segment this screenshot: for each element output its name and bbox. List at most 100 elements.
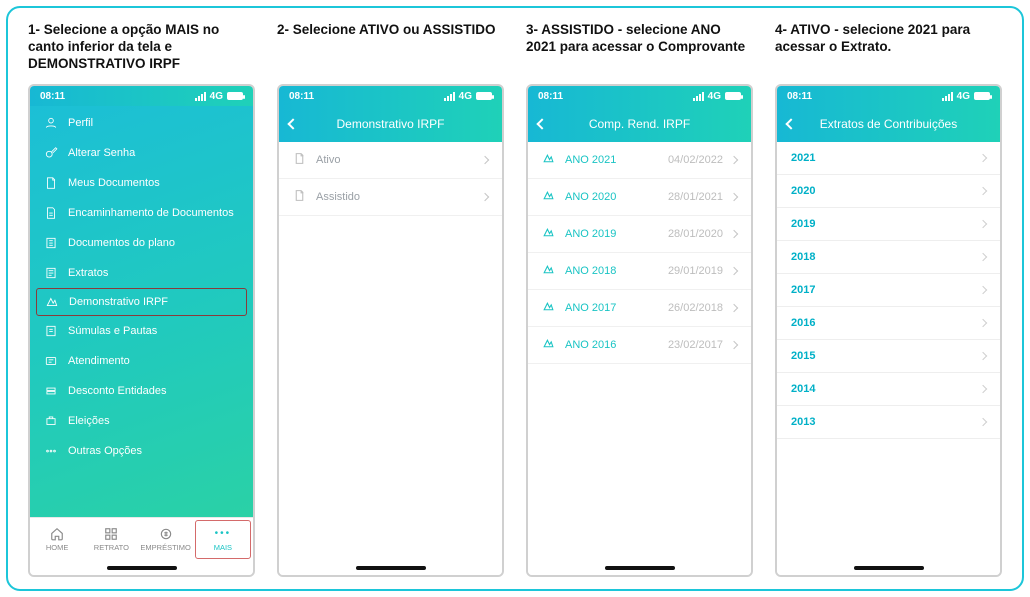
battery-icon [725,92,741,100]
menu-item-elei-es[interactable]: Eleições [30,406,253,436]
caption-4: 4- ATIVO - selecione 2021 para acessar o… [775,22,1002,78]
signal-icon [444,92,455,101]
step-2: 2- Selecione ATIVO ou ASSISTIDO 08:11 4G… [277,22,504,577]
chevron-right-icon [481,193,489,201]
year-item-2021[interactable]: 2021 [777,142,1000,175]
nav-home[interactable]: HOME [30,518,84,561]
menu-item-alterar-senha[interactable]: Alterar Senha [30,138,253,168]
home-indicator [777,561,1000,575]
menu-item-label: Perfil [68,117,93,129]
tutorial-container: 1- Selecione a opção MAIS no canto infer… [6,6,1024,591]
status-bar: 08:11 4G [279,86,502,106]
year-label: 2016 [791,317,815,329]
chevron-left-icon [287,118,298,129]
more-icon: ••• [216,527,230,541]
chevron-right-icon [979,418,987,426]
list-body: Ativo Assistido [279,142,502,561]
list-item[interactable]: Ativo [279,142,502,179]
step-1: 1- Selecione a opção MAIS no canto infer… [28,22,255,577]
list-item[interactable]: ANO 202028/01/2021 [528,179,751,216]
list-item-date: 29/01/2019 [668,265,723,277]
chevron-right-icon [979,187,987,195]
menu-icon [44,414,58,428]
list-item[interactable]: ANO 2019 28/01/2020 [528,216,751,253]
year-item-2018[interactable]: 2018 [777,241,1000,274]
more-menu-body: Perfil Alterar Senha Meus Documentos Encami… [30,106,253,517]
year-item-2015[interactable]: 2015 [777,340,1000,373]
year-label: 2018 [791,251,815,263]
chevron-right-icon [979,286,987,294]
menu-item-demonstrativo-irpf[interactable]: Demonstrativo IRPF [36,288,247,316]
menu-icon [44,146,58,160]
year-item-2020[interactable]: 2020 [777,175,1000,208]
signal-icon [942,92,953,101]
list-item-label: Ativo [316,154,340,166]
home-indicator [30,561,253,575]
caption-3: 3- ASSISTIDO - selecione ANO 2021 para a… [526,22,753,78]
menu-item-label: Demonstrativo IRPF [69,296,168,308]
nav-retrato[interactable]: RETRATO [84,518,138,561]
home-indicator [279,561,502,575]
menu-item-encaminhamento-de-documentos[interactable]: Encaminhamento de Documentos [30,198,253,228]
phone-3: 08:11 4G Comp. Rend. IRPF ANO 202104/02/… [526,84,753,577]
menu-item-label: Eleições [68,415,110,427]
menu-item-label: Encaminhamento de Documentos [68,207,234,219]
status-time: 08:11 [289,91,314,102]
step-3: 3- ASSISTIDO - selecione ANO 2021 para a… [526,22,753,577]
back-button[interactable] [787,117,795,131]
chevron-right-icon [979,154,987,162]
list-item[interactable]: ANO 201829/01/2019 [528,253,751,290]
menu-item-documentos-do-plano[interactable]: Documentos do plano [30,228,253,258]
list-item[interactable]: ANO 202104/02/2022 [528,142,751,179]
menu-icon [44,116,58,130]
menu-item-atendimento[interactable]: Atendimento [30,346,253,376]
menu-item-s-mulas-e-pautas[interactable]: Súmulas e Pautas [30,316,253,346]
year-label: 2019 [791,218,815,230]
screen-title: Demonstrativo IRPF [336,117,444,131]
list-item-label: ANO 2019 [565,228,616,240]
list-item-date: 28/01/2020 [668,228,723,240]
receipt-icon [542,300,555,316]
status-bar: 08:11 4G [30,86,253,106]
menu-item-outras-op-es[interactable]: Outras Opções [30,436,253,466]
menu-item-perfil[interactable]: Perfil [30,108,253,138]
chevron-left-icon [536,118,547,129]
menu-item-desconto-entidades[interactable]: Desconto Entidades [30,376,253,406]
menu-item-label: Meus Documentos [68,177,160,189]
list-item[interactable]: ANO 201726/02/2018 [528,290,751,327]
menu-item-extratos[interactable]: Extratos [30,258,253,288]
year-item-2017[interactable]: 2017 [777,274,1000,307]
list-body: 2021 2020 2019 2018 2017 2016 201520142013 [777,142,1000,561]
nav-emprestimo[interactable]: EMPRÉSTIMO [139,518,193,561]
nav-mais-label: MAIS [214,543,232,552]
receipt-icon [542,152,555,168]
year-item-2013[interactable]: 2013 [777,406,1000,439]
list-item[interactable]: ANO 201623/02/2017 [528,327,751,364]
year-item-2019[interactable]: 2019 [777,208,1000,241]
battery-icon [974,92,990,100]
document-icon [293,152,306,168]
list-item-date: 23/02/2017 [668,339,723,351]
nav-mais[interactable]: ••• MAIS [195,520,251,559]
chevron-right-icon [730,230,738,238]
list-item-label: Assistido [316,191,360,203]
menu-icon [44,206,58,220]
year-label: 2020 [791,185,815,197]
status-bar: 08:11 4G [777,86,1000,106]
receipt-icon [542,337,555,353]
status-time: 08:11 [538,91,563,102]
menu-icon [44,384,58,398]
menu-item-label: Súmulas e Pautas [68,325,157,337]
year-label: 2017 [791,284,815,296]
top-bar: Extratos de Contribuições [777,106,1000,142]
year-item-2014[interactable]: 2014 [777,373,1000,406]
back-button[interactable] [538,117,546,131]
back-button[interactable] [289,117,297,131]
year-label: 2021 [791,152,815,164]
year-item-2016[interactable]: 2016 [777,307,1000,340]
chevron-right-icon [979,352,987,360]
menu-icon [44,354,58,368]
menu-item-meus-documentos[interactable]: Meus Documentos [30,168,253,198]
chevron-right-icon [730,156,738,164]
list-item[interactable]: Assistido [279,179,502,216]
